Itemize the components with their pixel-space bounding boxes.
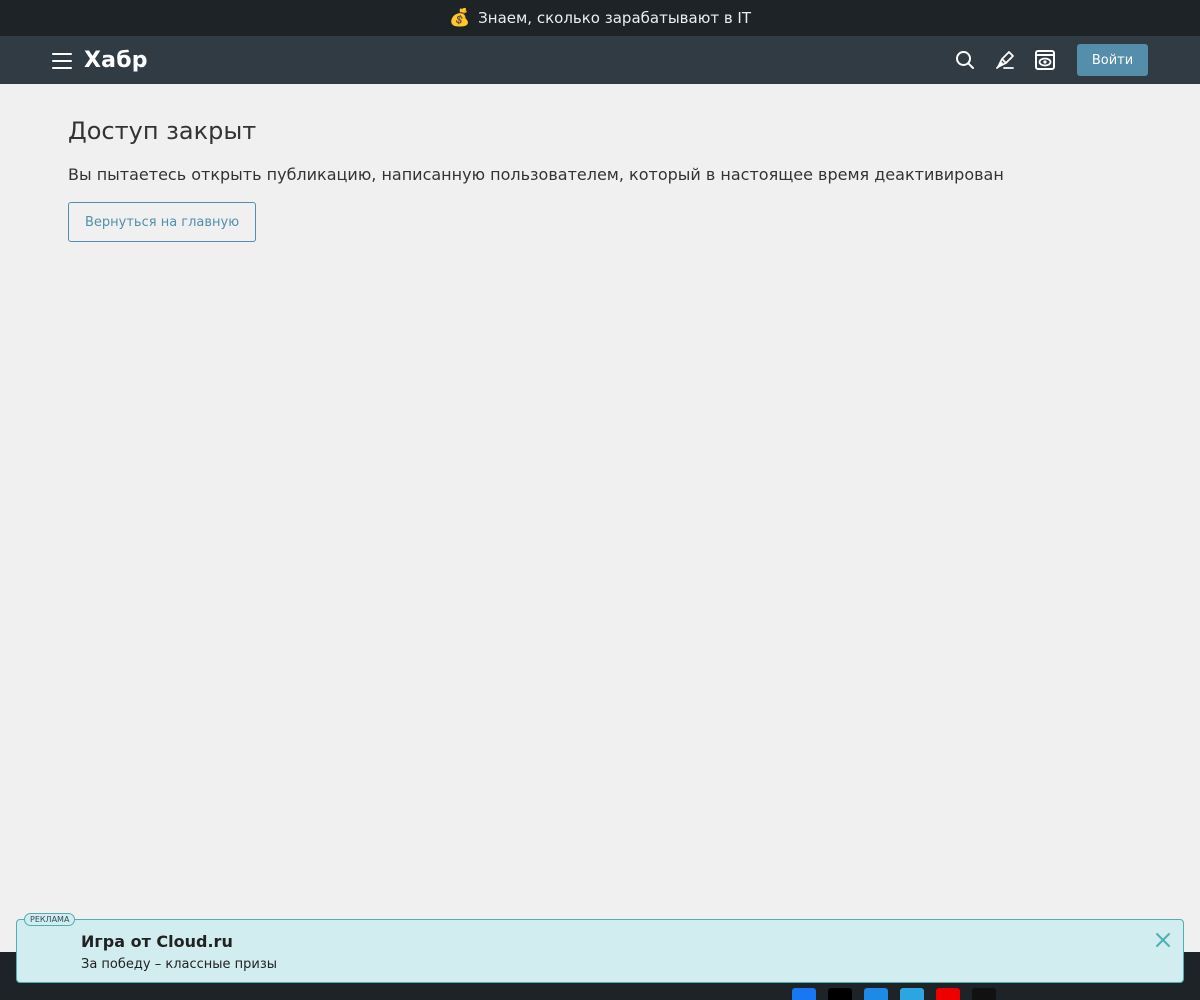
- main-content: Доступ закрыт Вы пытаетесь открыть публи…: [0, 84, 1200, 274]
- ad-label: РЕКЛАМА: [24, 913, 76, 926]
- vk-icon[interactable]: [864, 988, 888, 1000]
- facebook-icon[interactable]: [792, 988, 816, 1000]
- site-logo[interactable]: Хабр: [84, 48, 148, 73]
- promo-text[interactable]: Знаем, сколько зарабатывают в IT: [478, 9, 751, 27]
- close-icon[interactable]: [1155, 932, 1171, 948]
- header-actions: Войти: [953, 36, 1148, 84]
- back-to-home-button[interactable]: Вернуться на главную: [68, 202, 257, 242]
- x-twitter-icon[interactable]: [828, 988, 852, 1000]
- access-denied-message: Вы пытаетесь открыть публикацию, написан…: [68, 165, 1004, 184]
- menu-icon[interactable]: [52, 52, 72, 69]
- reading-mode-icon[interactable]: [1033, 48, 1057, 72]
- ad-title[interactable]: Игра от Cloud.ru: [81, 932, 233, 951]
- page-title: Доступ закрыт: [68, 117, 257, 145]
- login-button[interactable]: Войти: [1077, 44, 1148, 76]
- write-icon[interactable]: [993, 48, 1017, 72]
- ad-banner[interactable]: РЕКЛАМА Игра от Cloud.ru За победу – кла…: [16, 913, 1184, 983]
- site-header: Хабр Войти: [0, 36, 1200, 84]
- dzen-icon[interactable]: [972, 988, 996, 1000]
- money-bag-icon: 💰: [448, 7, 471, 28]
- youtube-icon[interactable]: [936, 988, 960, 1000]
- promo-bar[interactable]: 💰 Знаем, сколько зарабатывают в IT: [0, 0, 1200, 36]
- search-icon[interactable]: [953, 48, 977, 72]
- telegram-icon[interactable]: [900, 988, 924, 1000]
- ad-text: За победу – классные призы: [81, 957, 278, 972]
